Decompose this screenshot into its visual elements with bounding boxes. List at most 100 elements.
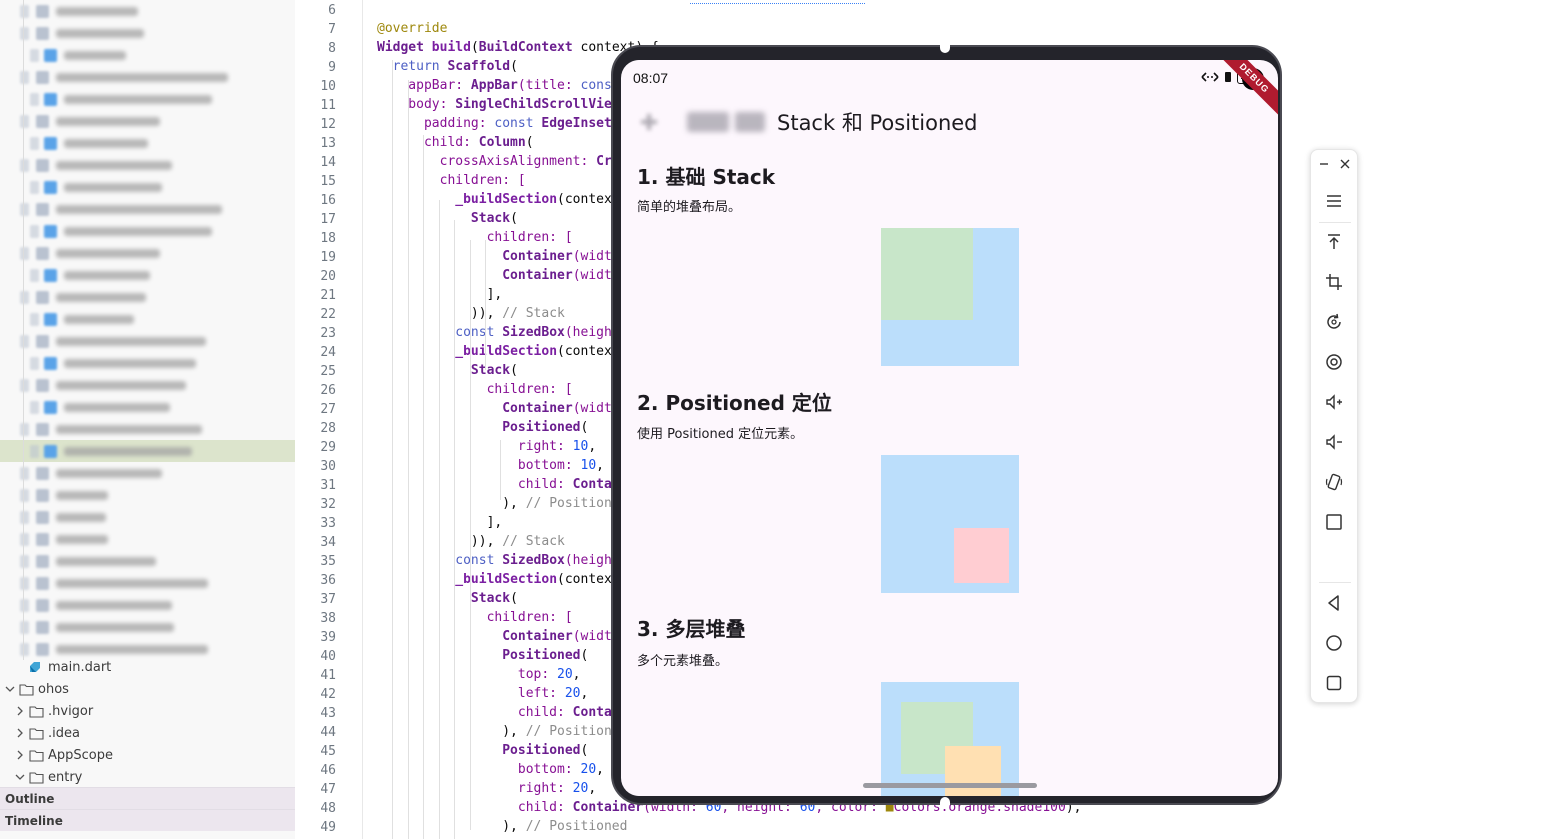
chevron-icon[interactable] bbox=[30, 401, 39, 414]
chevron-icon[interactable] bbox=[20, 291, 29, 304]
fold-screen-icon[interactable] bbox=[1322, 510, 1346, 534]
tree-row[interactable] bbox=[0, 594, 295, 616]
code-line[interactable]: ), // Positioned bbox=[377, 819, 627, 838]
tree-row[interactable] bbox=[0, 352, 295, 374]
chevron-icon[interactable] bbox=[20, 335, 29, 348]
timeline-panel-header[interactable]: Timeline bbox=[0, 809, 295, 831]
code-line[interactable]: children: [ bbox=[377, 382, 573, 401]
chevron-right-icon[interactable] bbox=[14, 749, 26, 761]
home-icon[interactable] bbox=[1322, 631, 1346, 655]
chevron-icon[interactable] bbox=[20, 203, 29, 216]
outline-panel-header[interactable]: Outline bbox=[0, 787, 295, 809]
chevron-icon[interactable] bbox=[30, 357, 39, 370]
code-line[interactable]: children: [ bbox=[377, 173, 526, 192]
tree-row[interactable] bbox=[0, 22, 295, 44]
chevron-icon[interactable] bbox=[20, 533, 29, 546]
code-line[interactable]: Container(width bbox=[377, 629, 619, 648]
code-line[interactable]: Stack( bbox=[377, 211, 518, 230]
chevron-right-icon[interactable] bbox=[14, 705, 26, 717]
tree-row[interactable] bbox=[0, 242, 295, 264]
tree-row[interactable] bbox=[0, 44, 295, 66]
tree-row[interactable] bbox=[0, 462, 295, 484]
tree-item-main-dart[interactable]: main.dart bbox=[0, 657, 295, 679]
tree-folder-ohos[interactable]: ohos bbox=[0, 679, 295, 701]
chevron-icon[interactable] bbox=[20, 511, 29, 524]
code-line[interactable]: body: SingleChildScrollView bbox=[377, 97, 619, 116]
tree-row[interactable] bbox=[0, 176, 295, 198]
code-line[interactable]: _buildSection(context bbox=[377, 344, 619, 363]
device-screen[interactable]: 08:07 100 DEBUG Stack 和 Positioned 1. 基础… bbox=[621, 60, 1278, 796]
chevron-icon[interactable] bbox=[30, 269, 39, 282]
code-line[interactable]: child: Container bbox=[377, 477, 643, 496]
chevron-icon[interactable] bbox=[20, 555, 29, 568]
screenshot-crop-icon[interactable] bbox=[1322, 270, 1346, 294]
tree-folder-hvigor[interactable]: .hvigor bbox=[0, 701, 295, 723]
screen-record-icon[interactable] bbox=[1322, 350, 1346, 374]
pin-top-icon[interactable] bbox=[1322, 230, 1346, 254]
volume-up-icon[interactable] bbox=[1322, 390, 1346, 414]
back-icon[interactable] bbox=[1322, 591, 1346, 615]
chevron-icon[interactable] bbox=[30, 93, 39, 106]
code-line[interactable]: _buildSection(context bbox=[377, 192, 619, 211]
code-line[interactable]: const SizedBox(height bbox=[377, 553, 619, 572]
tree-row[interactable] bbox=[0, 198, 295, 220]
chevron-icon[interactable] bbox=[20, 379, 29, 392]
chevron-icon[interactable] bbox=[20, 489, 29, 502]
tree-row[interactable] bbox=[0, 440, 295, 462]
code-line[interactable]: Container(width bbox=[377, 249, 619, 268]
chevron-down-icon[interactable] bbox=[4, 683, 16, 695]
tree-row[interactable] bbox=[0, 418, 295, 440]
home-indicator[interactable] bbox=[863, 783, 1037, 788]
recents-icon[interactable] bbox=[1322, 671, 1346, 695]
chevron-icon[interactable] bbox=[20, 577, 29, 590]
code-line[interactable]: _buildSection(context bbox=[377, 572, 619, 591]
code-line[interactable]: right: 20, bbox=[377, 781, 596, 800]
code-line[interactable]: right: 10, bbox=[377, 439, 596, 458]
shake-icon[interactable] bbox=[1322, 470, 1346, 494]
chevron-icon[interactable] bbox=[30, 225, 39, 238]
code-line[interactable]: children: [ bbox=[377, 230, 573, 249]
tree-row[interactable] bbox=[0, 286, 295, 308]
tree-row[interactable] bbox=[0, 0, 295, 22]
code-line[interactable]: appBar: AppBar(title: const bbox=[377, 78, 619, 97]
tree-row[interactable] bbox=[0, 330, 295, 352]
tree-row[interactable] bbox=[0, 396, 295, 418]
code-line[interactable]: padding: const EdgeInsets bbox=[377, 116, 620, 135]
rotate-icon[interactable] bbox=[1322, 310, 1346, 334]
tree-row[interactable] bbox=[0, 506, 295, 528]
chevron-icon[interactable] bbox=[30, 181, 39, 194]
code-line[interactable]: children: [ bbox=[377, 610, 573, 629]
chevron-icon[interactable] bbox=[20, 115, 29, 128]
tree-row[interactable] bbox=[0, 264, 295, 286]
minimize-icon[interactable] bbox=[1316, 156, 1332, 172]
code-line[interactable]: ), // Positioned bbox=[377, 724, 627, 743]
appbar-menu-icon[interactable] bbox=[639, 112, 659, 132]
tree-row[interactable] bbox=[0, 616, 295, 638]
tree-row[interactable] bbox=[0, 110, 295, 132]
chevron-down-icon[interactable] bbox=[14, 771, 26, 783]
code-line[interactable]: bottom: 20, bbox=[377, 762, 604, 781]
tree-row[interactable] bbox=[0, 220, 295, 242]
tree-folder-appscope[interactable]: AppScope bbox=[0, 745, 295, 767]
chevron-icon[interactable] bbox=[30, 445, 39, 458]
chevron-icon[interactable] bbox=[30, 313, 39, 326]
tree-row[interactable] bbox=[0, 528, 295, 550]
code-line[interactable]: child: Container bbox=[377, 705, 643, 724]
chevron-icon[interactable] bbox=[20, 621, 29, 634]
chevron-icon[interactable] bbox=[30, 137, 39, 150]
code-line[interactable]: return Scaffold( bbox=[377, 59, 518, 78]
menu-icon[interactable] bbox=[1322, 189, 1346, 213]
close-icon[interactable] bbox=[1337, 156, 1353, 172]
tree-row[interactable] bbox=[0, 88, 295, 110]
chevron-icon[interactable] bbox=[20, 467, 29, 480]
code-line[interactable]: ), // Positioned bbox=[377, 496, 627, 515]
tree-row[interactable] bbox=[0, 572, 295, 594]
chevron-icon[interactable] bbox=[30, 49, 39, 62]
tree-row[interactable] bbox=[0, 154, 295, 176]
code-line[interactable]: bottom: 10, bbox=[377, 458, 604, 477]
code-line[interactable]: Stack( bbox=[377, 363, 518, 382]
code-line[interactable]: Container(width bbox=[377, 401, 619, 420]
chevron-icon[interactable] bbox=[20, 5, 29, 18]
chevron-icon[interactable] bbox=[20, 27, 29, 40]
chevron-icon[interactable] bbox=[20, 423, 29, 436]
